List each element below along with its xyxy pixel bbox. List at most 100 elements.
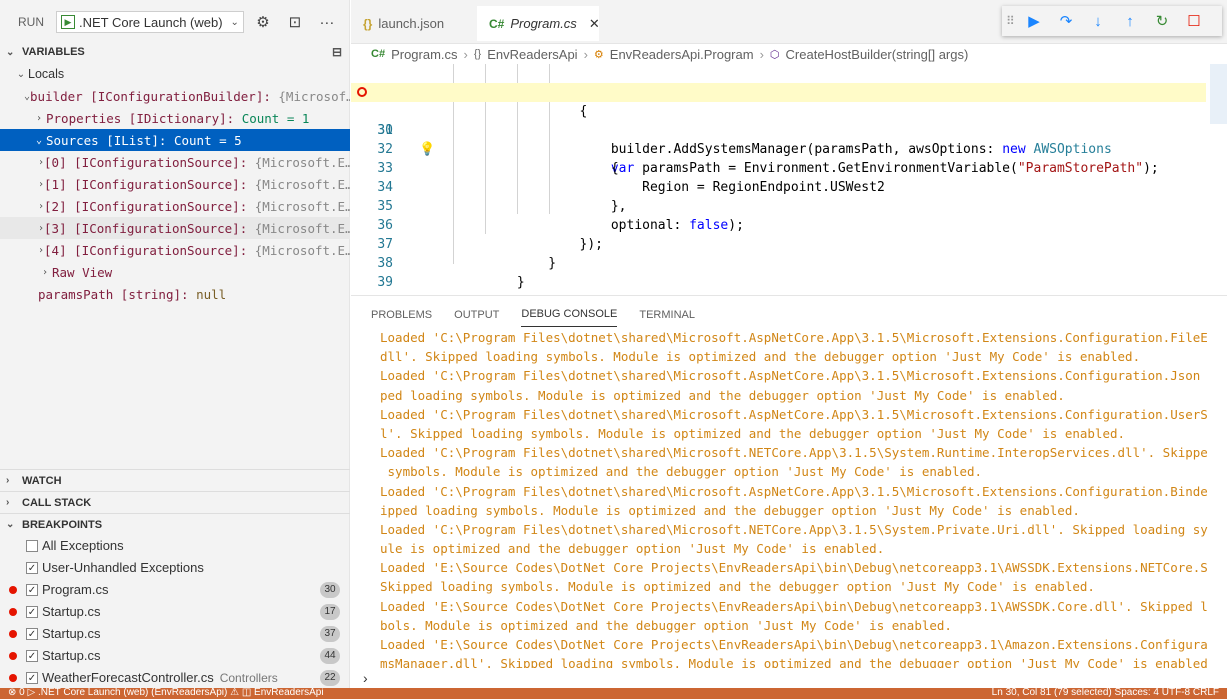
- continue-icon[interactable]: ▶: [1020, 9, 1048, 33]
- breakpoint-checkbox[interactable]: [26, 540, 38, 552]
- variable-row[interactable]: paramsPath [string]: null: [0, 283, 350, 305]
- debug-console-icon[interactable]: ⊡: [282, 11, 308, 33]
- breakpoint-checkbox[interactable]: ✓: [26, 584, 38, 596]
- variable-name: Raw View: [52, 264, 113, 280]
- console-line: ped loading symbols. Module is optimized…: [380, 387, 1065, 403]
- breakpoint-current-icon[interactable]: [357, 87, 367, 97]
- locals-scope[interactable]: ⌄ Locals: [0, 63, 350, 85]
- chevron-down-icon: ⌄: [16, 68, 26, 80]
- status-bar: ⊗ 0 ▷ .NET Core Launch (web) (EnvReaders…: [0, 688, 1227, 699]
- variable-row[interactable]: › [0] [IConfigurationSource]: {Microsoft…: [0, 151, 350, 173]
- breakpoint-item[interactable]: ✓ Startup.cs 44: [0, 645, 350, 667]
- breakpoint-label: Startup.cs: [42, 648, 101, 663]
- tab-terminal[interactable]: TERMINAL: [639, 300, 695, 327]
- breakpoint-checkbox[interactable]: ✓: [26, 650, 38, 662]
- tab-program-cs[interactable]: C# Program.cs ✕: [477, 6, 600, 41]
- variable-row-selected[interactable]: ⌄ Sources [IList]: Count = 5: [0, 129, 350, 151]
- raw-view-row[interactable]: › Raw View: [0, 261, 350, 283]
- console-prompt-icon[interactable]: ›: [363, 670, 368, 686]
- call-stack-header[interactable]: › CALL STACK: [0, 491, 350, 513]
- breakpoint-checkbox[interactable]: ✓: [26, 562, 38, 574]
- breakpoint-item[interactable]: All Exceptions: [0, 535, 350, 557]
- close-icon[interactable]: ✕: [589, 16, 600, 32]
- step-out-icon[interactable]: ↑: [1116, 9, 1144, 33]
- breakpoints-header[interactable]: ⌄ BREAKPOINTS: [0, 513, 350, 535]
- breadcrumb-class[interactable]: EnvReadersApi.Program: [610, 47, 754, 62]
- more-actions-icon[interactable]: ···: [314, 11, 340, 33]
- variable-row[interactable]: › [1] [IConfigurationSource]: {Microsoft…: [0, 173, 350, 195]
- breakpoint-item[interactable]: ✓ Startup.cs 17: [0, 601, 350, 623]
- breakpoint-label: All Exceptions: [42, 538, 124, 553]
- variable-row[interactable]: › [4] [IConfigurationSource]: {Microsoft…: [0, 239, 350, 261]
- code-line: 29 {: [351, 64, 1206, 119]
- breadcrumb-file[interactable]: Program.cs: [391, 47, 457, 62]
- variable-type: [IConfigurationSource]:: [74, 176, 248, 192]
- breakpoint-item[interactable]: ✓ Startup.cs 37: [0, 623, 350, 645]
- console-line: Loaded 'C:\Program Files\dotnet\shared\M…: [380, 445, 1208, 461]
- stop-icon[interactable]: ☐: [1180, 9, 1208, 33]
- breakpoint-dot-icon: [9, 586, 17, 594]
- chevron-right-icon: ›: [583, 46, 588, 62]
- breakpoint-checkbox[interactable]: ✓: [26, 606, 38, 618]
- code-line: 31 builder.AddSystemsManager(paramsPath,…: [351, 102, 1206, 157]
- code-line: 32 {: [351, 121, 1206, 176]
- restart-icon[interactable]: ↻: [1148, 9, 1176, 33]
- code-line: 36 });: [351, 197, 1206, 252]
- console-line: Loaded 'C:\Program Files\dotnet\shared\M…: [380, 406, 1208, 422]
- variables-header[interactable]: ⌄ VARIABLES ⊟: [0, 41, 350, 63]
- tab-launch-json[interactable]: {} launch.json: [351, 6, 469, 41]
- collapse-all-icon[interactable]: ⊟: [332, 45, 342, 59]
- chevron-right-icon: ›: [6, 475, 10, 486]
- step-over-icon[interactable]: ↷: [1052, 9, 1080, 33]
- csharp-file-icon: C#: [489, 16, 505, 31]
- drag-handle-icon[interactable]: ⠿: [1006, 14, 1016, 28]
- chevron-right-icon: ›: [463, 46, 468, 62]
- variable-type: [IConfigurationBuilder]:: [90, 88, 271, 104]
- status-right[interactable]: Ln 30, Col 81 (79 selected) Spaces: 4 UT…: [992, 688, 1219, 698]
- console-line: msManager.dll'. Skipped loading symbols.…: [380, 656, 1208, 668]
- breadcrumb-method[interactable]: CreateHostBuilder(string[] args): [786, 47, 969, 62]
- console-line: dll'. Skipped loading symbols. Module is…: [380, 349, 1141, 365]
- watch-header[interactable]: › WATCH: [0, 469, 350, 491]
- variable-type: [IConfigurationSource]:: [74, 220, 248, 236]
- console-line: Skipped loading symbols. Module is optim…: [380, 579, 1095, 595]
- csharp-file-icon: C#: [371, 48, 386, 60]
- variable-name: paramsPath: [38, 286, 114, 302]
- breakpoint-item[interactable]: ✓ WeatherForecastController.cs Controller…: [0, 667, 350, 689]
- variable-row[interactable]: › [3] [IConfigurationSource]: {Microsoft…: [0, 217, 350, 239]
- variable-type: [IConfigurationSource]:: [74, 154, 248, 170]
- variable-row[interactable]: › Properties [IDictionary]: Count = 1: [0, 107, 350, 129]
- tab-output[interactable]: OUTPUT: [454, 300, 499, 327]
- variable-value: Count = 1: [241, 110, 310, 126]
- variable-row[interactable]: ⌄ builder [IConfigurationBuilder]: {Micr…: [0, 85, 350, 107]
- status-left[interactable]: ⊗ 0 ▷ .NET Core Launch (web) (EnvReaders…: [8, 688, 324, 698]
- variable-row[interactable]: › [2] [IConfigurationSource]: {Microsoft…: [0, 195, 350, 217]
- breakpoint-line-badge: 22: [320, 670, 340, 686]
- code-editor[interactable]: 29 { 30 💡 var paramsPath = Environment.G…: [351, 64, 1227, 294]
- variable-value: {Microsoft.E…: [254, 242, 350, 258]
- variable-value: {Microsof…: [278, 88, 350, 104]
- breadcrumb-namespace[interactable]: EnvReadersApi: [487, 47, 577, 62]
- variable-value: {Microsoft.E…: [254, 176, 350, 192]
- code-line: 39: [351, 254, 1206, 290]
- breakpoint-checkbox[interactable]: ✓: [26, 628, 38, 640]
- start-debugging-icon[interactable]: ▶: [61, 15, 75, 29]
- breakpoint-label: User-Unhandled Exceptions: [42, 560, 204, 575]
- console-line: symbols. Module is optimized and the deb…: [380, 464, 983, 480]
- variable-value: {Microsoft.E…: [254, 154, 350, 170]
- variable-value: null: [196, 286, 227, 302]
- launch-config-label: .NET Core Launch (web): [79, 14, 223, 30]
- breakpoint-label: Startup.cs: [42, 626, 101, 641]
- gear-icon[interactable]: ⚙: [250, 11, 276, 33]
- minimap[interactable]: [1210, 64, 1227, 124]
- debug-console-output[interactable]: Loaded 'C:\Program Files\dotnet\shared\M…: [380, 328, 1227, 668]
- breakpoint-item[interactable]: ✓ User-Unhandled Exceptions: [0, 557, 350, 579]
- breakpoint-checkbox[interactable]: ✓: [26, 672, 38, 684]
- tab-debug-console[interactable]: DEBUG CONSOLE: [521, 299, 618, 327]
- launch-config-select[interactable]: ▶ .NET Core Launch (web) ⌄: [56, 11, 244, 33]
- tab-problems[interactable]: PROBLEMS: [371, 300, 432, 327]
- variable-type: [IConfigurationSource]:: [74, 242, 248, 258]
- breakpoint-item[interactable]: ✓ Program.cs 30: [0, 579, 350, 601]
- tab-label: launch.json: [378, 16, 445, 31]
- step-into-icon[interactable]: ↓: [1084, 9, 1112, 33]
